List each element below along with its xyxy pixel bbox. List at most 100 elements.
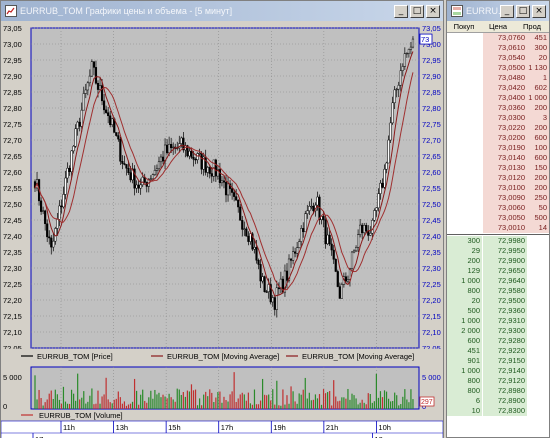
order-book-bid-row[interactable]: 800 72,9120 [447, 376, 549, 386]
ask-cell [527, 306, 549, 316]
order-book-ask-row[interactable]: 73,0130 150 [447, 163, 549, 173]
volume-bar [312, 399, 314, 409]
close-button[interactable]: × [426, 4, 440, 18]
order-book-ask-row[interactable]: 73,0140 600 [447, 153, 549, 163]
candle-body [363, 225, 366, 234]
candle-body [141, 176, 144, 186]
ask-column-header[interactable]: Прод [515, 21, 549, 32]
volume-bar [396, 395, 398, 409]
order-book-ask-row[interactable]: 73,0500 1 130 [447, 63, 549, 73]
order-book-bid-row[interactable]: 300 72,9980 [447, 236, 549, 246]
candle-body [397, 84, 400, 90]
order-book-bid-row[interactable]: 20 72,9500 [447, 296, 549, 306]
order-book-table[interactable]: 73,0760 451 73,0610 300 73,0540 20 73,0500 1 13… [447, 33, 549, 437]
bid-price-cell: 72,9950 [483, 246, 527, 256]
right-price-tick-label: 72,20 [422, 296, 441, 305]
candle-body [389, 122, 392, 141]
candle-body [172, 146, 175, 149]
order-book-ask-row[interactable]: 73,0190 100 [447, 143, 549, 153]
left-price-tick-label: 72,85 [3, 88, 22, 97]
volume-bar [198, 398, 201, 409]
volume-bar [247, 392, 249, 409]
order-book-ask-row[interactable]: 73,0610 300 [447, 43, 549, 53]
candle-body [82, 93, 85, 111]
ask-qty-cell: 1 000 [527, 93, 549, 103]
bid-column-header[interactable]: Покуп [447, 21, 481, 32]
volume-bar [113, 399, 115, 409]
order-book-ask-row[interactable]: 73,0090 250 [447, 193, 549, 203]
candle-body [204, 156, 207, 173]
volume-bar [148, 397, 150, 409]
book-title-bar[interactable]: EURRU... _ □ × [447, 1, 549, 21]
candle-body [403, 53, 406, 67]
price-volume-chart[interactable]: 73,05 73,0573,00 73,0072,95 72,9572,90 72,90… [1, 22, 443, 438]
order-book-bid-row[interactable]: 1 000 72,9140 [447, 366, 549, 376]
minimize-button[interactable]: _ [394, 4, 408, 18]
volume-plot-area [30, 366, 420, 410]
order-book-bid-row[interactable]: 10 72,8300 [447, 406, 549, 416]
bid-cell [447, 163, 482, 173]
volume-bar [233, 372, 235, 409]
price-column-header[interactable]: Цена [481, 21, 515, 32]
order-book-bid-row[interactable]: 6 72,8900 [447, 396, 549, 406]
candle-body [200, 152, 203, 170]
order-book-bid-row[interactable]: 129 72,9650 [447, 266, 549, 276]
volume-bar [158, 392, 160, 409]
right-price-tick-label: 72,60 [422, 168, 441, 177]
volume-bar [190, 384, 193, 409]
order-book-ask-row[interactable]: 73,0760 451 [447, 33, 549, 43]
volume-bar [117, 391, 119, 409]
order-book-bid-row[interactable]: 200 72,9900 [447, 256, 549, 266]
candle-body [373, 210, 376, 221]
volume-bar [337, 401, 339, 409]
volume-bar [119, 397, 121, 409]
volume-bar [154, 389, 156, 409]
order-book-ask-row[interactable]: 73,0420 602 [447, 83, 549, 93]
volume-tick-label-left: 0 [3, 402, 7, 411]
order-book-ask-row[interactable]: 73,0540 20 [447, 53, 549, 63]
volume-bar [170, 397, 172, 409]
volume-bar [306, 398, 308, 409]
order-book-ask-row[interactable]: 73,0100 200 [447, 183, 549, 193]
book-close-button[interactable]: × [532, 4, 546, 18]
order-book-ask-row[interactable]: 73,0360 200 [447, 103, 549, 113]
order-book-bid-row[interactable]: 500 72,9360 [447, 306, 549, 316]
order-book-ask-row[interactable]: 73,0480 1 [447, 73, 549, 83]
order-book-bid-row[interactable]: 800 72,8980 [447, 386, 549, 396]
maximize-button[interactable]: □ [410, 4, 424, 18]
volume-bar [101, 396, 103, 409]
book-maximize-button[interactable]: □ [516, 4, 530, 18]
candle-body [161, 156, 165, 162]
order-book-bid-row[interactable]: 800 72,9580 [447, 286, 549, 296]
order-book-bid-row[interactable]: 1 000 72,9640 [447, 276, 549, 286]
chart-title-bar[interactable]: EURRUB_TOM Графики цены и объема - [5 ми… [1, 1, 443, 21]
candle-body [123, 163, 126, 165]
volume-bar [209, 389, 211, 409]
order-book-ask-row[interactable]: 73,0060 50 [447, 203, 549, 213]
candle-body [350, 251, 354, 270]
order-book-ask-row[interactable]: 73,0120 200 [447, 173, 549, 183]
order-book-ask-row[interactable]: 73,0010 14 [447, 223, 549, 233]
volume-bar [215, 397, 217, 409]
order-book-bid-row[interactable]: 451 72,9220 [447, 346, 549, 356]
order-book-bid-row[interactable]: 901 72,9150 [447, 356, 549, 366]
order-book-ask-row[interactable]: 73,0220 200 [447, 123, 549, 133]
order-book-bid-row[interactable]: 2 000 72,9300 [447, 326, 549, 336]
volume-bar [121, 403, 123, 409]
hour-label: 17h [221, 423, 234, 432]
candle-body [379, 182, 382, 194]
order-book-ask-row[interactable]: 73,0050 500 [447, 213, 549, 223]
order-book-ask-row[interactable]: 73,0300 3 [447, 113, 549, 123]
bid-price-cell: 72,8980 [483, 386, 527, 396]
volume-bar [357, 404, 359, 409]
order-book-bid-row[interactable]: 600 72,9280 [447, 336, 549, 346]
order-book-ask-row[interactable]: 73,0400 1 000 [447, 93, 549, 103]
candle-body [324, 219, 327, 245]
order-book-bid-row[interactable]: 29 72,9950 [447, 246, 549, 256]
book-minimize-button[interactable]: _ [500, 4, 514, 18]
order-book-ask-row[interactable]: 73,0200 600 [447, 133, 549, 143]
bid-qty-cell: 10 [447, 406, 482, 416]
volume-bar [412, 399, 414, 409]
ask-qty-cell: 200 [527, 123, 549, 133]
order-book-bid-row[interactable]: 1 000 72,9310 [447, 316, 549, 326]
